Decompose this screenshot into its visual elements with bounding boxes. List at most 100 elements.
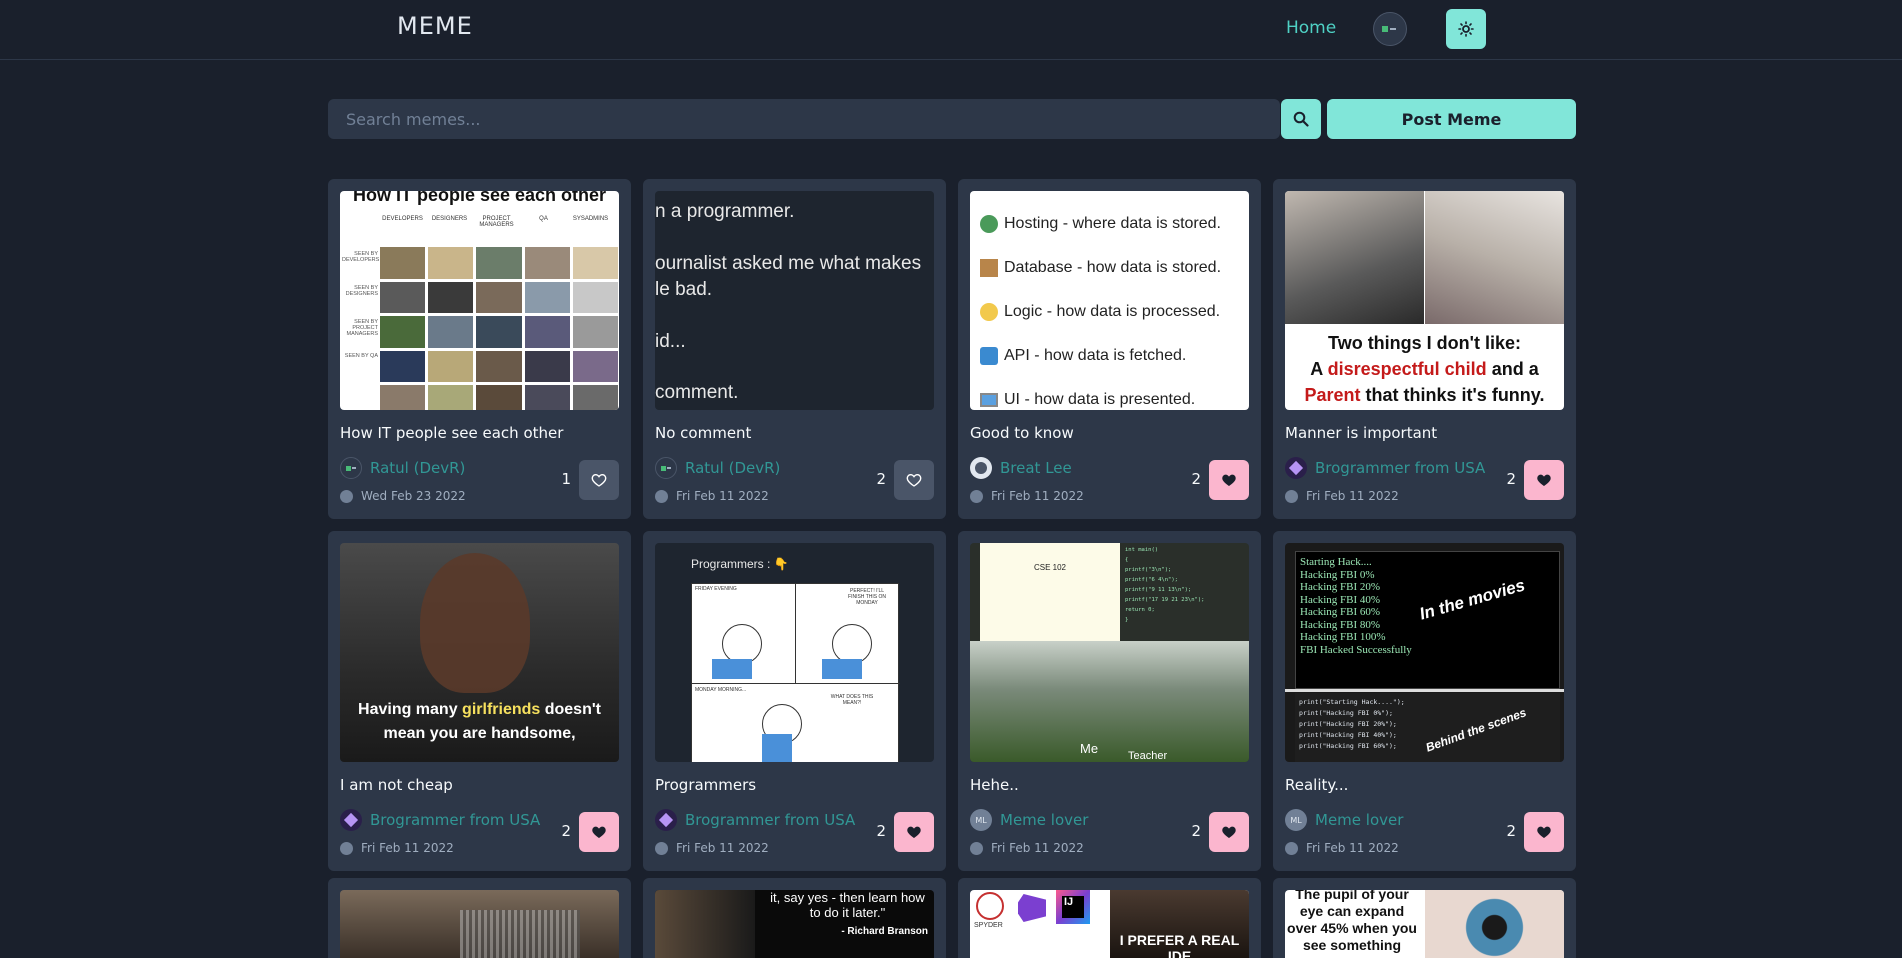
meme-card[interactable]: it, say yes - then learn how to do it la… [643,878,946,958]
meme-image[interactable]: it, say yes - then learn how to do it la… [655,890,934,958]
author-info[interactable]: Brogrammer from USA [655,809,855,831]
meme-card[interactable]: CSE 102 int main() { printf("3\n"); prin… [958,531,1261,871]
search-input[interactable] [328,99,1280,139]
meme-image-text: A [1310,359,1328,379]
meme-card[interactable]: Starting Hack.... Hacking FBI 0% Hacking… [1273,531,1576,871]
nav-home-link[interactable]: Home [1286,18,1336,38]
meme-image-text: le bad. [655,279,713,300]
author-info[interactable]: Brogrammer from USA [340,809,540,831]
heart-filled-icon [907,826,921,838]
heart-outline-icon [906,473,922,487]
theme-toggle-button[interactable] [1446,9,1486,49]
meme-image-text: I PREFER A REAL IDE [1119,932,1240,958]
globe-emoji-icon [980,215,998,233]
meme-image-text: Two things I don't like: [1328,333,1521,353]
meme-image-text: int main() [1125,547,1159,553]
meme-image-text: Starting Hack.... [1300,556,1372,568]
author-name[interactable]: Ratul (DevR) [685,459,780,477]
meme-image-text: CSE 102 [1033,563,1067,572]
meme-image-text: Hacking FBI 60% [1300,606,1381,618]
meme-image-text: - Richard Branson [841,926,928,937]
meme-image-text: QA [539,216,548,222]
meme-image-text: SPYDER [974,922,1003,929]
author-info[interactable]: ML Meme lover [1285,809,1403,831]
post-date: Fri Feb 11 2022 [970,841,1084,855]
meme-title: How IT people see each other [340,424,564,442]
meme-image[interactable] [340,890,619,958]
author-name[interactable]: Brogrammer from USA [685,811,855,829]
search-button[interactable] [1281,99,1321,139]
meme-image-text: mean you are handsome, [383,725,576,742]
meme-card[interactable]: Having many girlfriends doesn't mean you… [328,531,631,871]
meme-card[interactable]: n a programmer. ournalist asked me what … [643,179,946,519]
author-avatar[interactable] [340,809,362,831]
author-avatar[interactable] [1285,457,1307,479]
author-avatar[interactable]: ML [970,809,992,831]
like-button[interactable] [579,460,619,500]
post-meme-button[interactable]: Post Meme [1327,99,1576,139]
like-button[interactable] [579,812,619,852]
meme-image-text: The pupil of your eye can expand over 45… [1287,890,1417,953]
author-info[interactable]: Ratul (DevR) [340,457,465,479]
user-avatar[interactable] [1373,12,1407,46]
heart-filled-icon [1222,474,1236,486]
meme-image[interactable]: Programmers : 👇 FRIDAY EVENING PERFECT! … [655,543,934,762]
like-button[interactable] [894,812,934,852]
meme-image-text: Hosting - where data is stored. [1004,215,1221,232]
meme-image-text: PROJECT MANAGERS [479,216,514,228]
heart-filled-icon [1222,826,1236,838]
brand-logo[interactable]: MEME [397,12,473,40]
meme-image[interactable]: CSE 102 int main() { printf("3\n"); prin… [970,543,1249,762]
author-name[interactable]: Breat Lee [1000,459,1072,477]
meme-image-text: Logic - how data is processed. [1004,303,1221,320]
like-count: 2 [1191,470,1201,488]
author-info[interactable]: Brogrammer from USA [1285,457,1485,479]
author-name[interactable]: Brogrammer from USA [1315,459,1485,477]
author-name[interactable]: Brogrammer from USA [370,811,540,829]
intellij-icon: IJ [1056,890,1090,924]
post-date: Wed Feb 23 2022 [340,489,466,503]
author-info[interactable]: Ratul (DevR) [655,457,780,479]
author-name[interactable]: Meme lover [1315,811,1403,829]
meme-image-text: girlfriends [462,701,541,718]
meme-card[interactable]: Programmers : 👇 FRIDAY EVENING PERFECT! … [643,531,946,871]
meme-image[interactable]: Two things I don't like: A disrespectful… [1285,191,1564,410]
meme-image[interactable]: How IT people see each other DEVELOPERS … [340,191,619,410]
author-avatar[interactable] [655,457,677,479]
meme-image[interactable]: SPYDER IJ I PREFER A REAL IDE [970,890,1249,958]
like-button[interactable] [1524,812,1564,852]
like-button[interactable] [1209,460,1249,500]
meme-card[interactable]: Two things I don't like: A disrespectful… [1273,179,1576,519]
meme-card[interactable]: The pupil of your eye can expand over 45… [1273,878,1576,958]
post-date-text: Fri Feb 11 2022 [676,489,769,503]
meme-card[interactable]: How IT people see each other DEVELOPERS … [328,179,631,519]
like-button[interactable] [1524,460,1564,500]
meme-image[interactable]: n a programmer. ournalist asked me what … [655,191,934,410]
spyder-logo-icon [976,892,1004,920]
author-name[interactable]: Meme lover [1000,811,1088,829]
post-date-text: Fri Feb 11 2022 [361,841,454,855]
meme-image-text: and a [1486,359,1539,379]
meme-image-text: UI - how data is presented. [1004,391,1196,408]
meme-card[interactable] [328,878,631,958]
meme-image-text: FRIDAY EVENING [695,586,737,592]
author-avatar[interactable] [340,457,362,479]
meme-image[interactable]: The pupil of your eye can expand over 45… [1285,890,1564,958]
meme-image[interactable]: Starting Hack.... Hacking FBI 0% Hacking… [1285,543,1564,762]
like-button[interactable] [1209,812,1249,852]
author-avatar[interactable] [970,457,992,479]
author-info[interactable]: ML Meme lover [970,809,1088,831]
meme-image-text: ournalist asked me what makes [655,253,922,274]
meme-card[interactable]: SPYDER IJ I PREFER A REAL IDE [958,878,1261,958]
author-avatar[interactable] [655,809,677,831]
author-name[interactable]: Ratul (DevR) [370,459,465,477]
author-info[interactable]: Breat Lee [970,457,1072,479]
meme-card[interactable]: Hosting - where data is stored. Database… [958,179,1261,519]
meme-image[interactable]: Having many girlfriends doesn't mean you… [340,543,619,762]
like-button[interactable] [894,460,934,500]
meme-image-text: print("Hacking FBI 20%"); [1299,720,1397,728]
post-date: Fri Feb 11 2022 [340,841,454,855]
author-avatar[interactable]: ML [1285,809,1307,831]
meme-image-text: Behind the scenes [1423,705,1529,755]
meme-image[interactable]: Hosting - where data is stored. Database… [970,191,1249,410]
